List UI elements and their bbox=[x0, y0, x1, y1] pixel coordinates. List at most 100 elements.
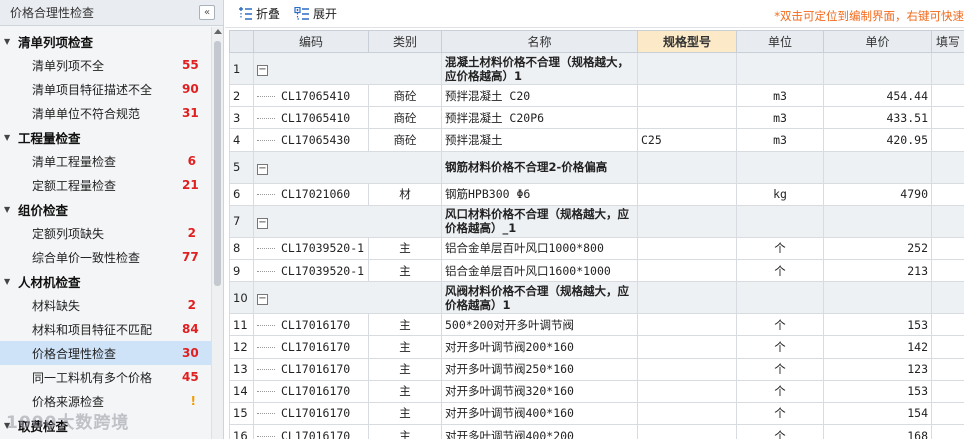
name-cell[interactable]: 预拌混凝土 bbox=[441, 128, 638, 152]
table-row[interactable]: 13 CL17016170 主对开多叶调节阀250*160 个 123 bbox=[229, 357, 964, 381]
tree-group[interactable]: ▼ 取费检查 bbox=[0, 413, 212, 437]
collapse-group-icon[interactable]: − bbox=[257, 294, 268, 306]
name-cell[interactable]: 铝合金单层百叶风口1600*1000 bbox=[441, 258, 638, 283]
collapse-group-icon[interactable]: − bbox=[257, 65, 268, 76]
collapse-group-icon[interactable]: − bbox=[257, 217, 268, 229]
code-cell[interactable]: CL17065430 bbox=[253, 128, 369, 152]
spec-cell[interactable] bbox=[637, 401, 737, 426]
code-cell[interactable]: CL17016170 bbox=[253, 357, 369, 381]
unit-cell[interactable]: 个 bbox=[736, 424, 824, 439]
category-cell[interactable]: 商砼 bbox=[368, 128, 442, 152]
fill-cell[interactable] bbox=[931, 335, 964, 359]
name-cell[interactable]: 对开多叶调节阀320*160 bbox=[441, 379, 638, 403]
table-group-row[interactable]: 5− 钢筋材料价格不合理2-价格偏高 bbox=[229, 150, 964, 184]
price-cell[interactable]: 168 bbox=[823, 424, 932, 439]
table-row[interactable]: 14 CL17016170 主对开多叶调节阀320*160 个 153 bbox=[229, 379, 964, 403]
column-header[interactable]: 单位 bbox=[736, 30, 824, 53]
spec-cell[interactable] bbox=[637, 379, 737, 403]
category-cell[interactable]: 材 bbox=[368, 182, 442, 206]
price-cell[interactable]: 252 bbox=[823, 236, 932, 260]
tree-item[interactable]: 同一工料机有多个价格 45 bbox=[0, 365, 212, 389]
code-cell[interactable]: CL17016170 bbox=[253, 424, 369, 439]
spec-cell[interactable] bbox=[637, 258, 737, 283]
table-group-row[interactable]: 7− 风口材料价格不合理（规格越大，应价格越高）_1 bbox=[229, 204, 964, 238]
column-header[interactable]: 单价 bbox=[823, 30, 932, 53]
tree-item[interactable]: 综合单价一致性检查 77 bbox=[0, 245, 212, 269]
name-cell[interactable]: 预拌混凝土 C20 bbox=[441, 83, 638, 108]
price-cell[interactable]: 153 bbox=[823, 313, 932, 337]
group-toggle-cell[interactable]: − bbox=[253, 204, 442, 238]
price-cell[interactable]: 213 bbox=[823, 258, 932, 283]
category-cell[interactable]: 主 bbox=[368, 236, 442, 260]
group-toggle-cell[interactable]: − bbox=[253, 52, 442, 85]
unit-cell[interactable]: m3 bbox=[736, 83, 824, 108]
tree-group[interactable]: ▼ 工程量检查 bbox=[0, 125, 212, 149]
column-header[interactable]: 规格型号 bbox=[637, 30, 737, 53]
price-cell[interactable]: 154 bbox=[823, 401, 932, 426]
table-row[interactable]: 3 CL17065410 商砼 预拌混凝土 C20P6 m3 433.51 bbox=[229, 106, 964, 130]
table-row[interactable]: 6 CL17021060 材钢筋HPB300 Φ6 kg 4790 bbox=[229, 182, 964, 206]
fill-cell[interactable] bbox=[931, 236, 964, 260]
fill-cell[interactable] bbox=[931, 182, 964, 206]
column-header[interactable]: 名称 bbox=[441, 30, 638, 53]
tree-item[interactable]: 清单单位不符合规范 31 bbox=[0, 101, 212, 125]
price-cell[interactable]: 123 bbox=[823, 357, 932, 381]
fill-cell[interactable] bbox=[931, 128, 964, 152]
caret-down-icon[interactable]: ▼ bbox=[4, 37, 14, 46]
table-group-row[interactable]: 10− 风阀材料价格不合理（规格越大，应价格越高）1 bbox=[229, 281, 964, 315]
tree-group[interactable]: ▼ 清单列项检查 bbox=[0, 29, 212, 53]
tree-item[interactable]: 清单项目特征描述不全 90 bbox=[0, 77, 212, 101]
category-cell[interactable]: 主 bbox=[368, 357, 442, 381]
name-cell[interactable]: 对开多叶调节阀250*160 bbox=[441, 357, 638, 381]
unit-cell[interactable]: 个 bbox=[736, 401, 824, 426]
spec-cell[interactable] bbox=[637, 313, 737, 337]
collapse-all-button[interactable]: 折叠 bbox=[237, 5, 280, 22]
code-cell[interactable]: CL17016170 bbox=[253, 335, 369, 359]
table-row[interactable]: 16 CL17016170 主对开多叶调节阀400*200 个 168 bbox=[229, 424, 964, 439]
code-cell[interactable]: CL17016170 bbox=[253, 313, 369, 337]
tree-item[interactable]: 价格来源检查! bbox=[0, 389, 212, 413]
tree-group[interactable]: ▼ 组价检查 bbox=[0, 197, 212, 221]
tree-item[interactable]: 清单工程量检查 6 bbox=[0, 149, 212, 173]
spec-cell[interactable] bbox=[637, 335, 737, 359]
fill-cell[interactable] bbox=[931, 357, 964, 381]
code-cell[interactable]: CL17021060 bbox=[253, 182, 369, 206]
category-cell[interactable]: 主 bbox=[368, 313, 442, 337]
column-header[interactable] bbox=[229, 30, 254, 53]
code-cell[interactable]: CL17016170 bbox=[253, 379, 369, 403]
spec-cell[interactable] bbox=[637, 83, 737, 108]
table-group-row[interactable]: 1− 混凝土材料价格不合理（规格越大，应价格越高）1 bbox=[229, 52, 964, 85]
table-row[interactable]: 4 CL17065430 商砼 预拌混凝土 C25 m3 420.95 bbox=[229, 128, 964, 152]
fill-cell[interactable] bbox=[931, 379, 964, 403]
name-cell[interactable]: 预拌混凝土 C20P6 bbox=[441, 106, 638, 130]
table-row[interactable]: 8 CL17039520-1 主铝合金单层百叶风口1000*800 个 252 bbox=[229, 236, 964, 260]
name-cell[interactable]: 钢筋HPB300 Φ6 bbox=[441, 182, 638, 206]
tree-item[interactable]: 材料和项目特征不匹配 84 bbox=[0, 317, 212, 341]
tree-item[interactable]: 定额列项缺失 2 bbox=[0, 221, 212, 245]
tree-item[interactable]: 材料缺失 2 bbox=[0, 293, 212, 317]
table-row[interactable]: 9 CL17039520-1 主铝合金单层百叶风口1600*1000 个 213 bbox=[229, 258, 964, 283]
column-header[interactable]: 编码 bbox=[253, 30, 369, 53]
name-cell[interactable]: 铝合金单层百叶风口1000*800 bbox=[441, 236, 638, 260]
scroll-thumb[interactable] bbox=[214, 41, 221, 286]
tree-item[interactable]: 价格合理性检查 30 bbox=[0, 341, 212, 365]
code-cell[interactable]: CL17065410 bbox=[253, 83, 369, 108]
caret-down-icon[interactable]: ▼ bbox=[4, 421, 14, 430]
fill-cell[interactable] bbox=[931, 424, 964, 439]
code-cell[interactable]: CL17039520-1 bbox=[253, 236, 369, 260]
table-row[interactable]: 15 CL17016170 主对开多叶调节阀400*160 个 154 bbox=[229, 401, 964, 426]
price-cell[interactable]: 454.44 bbox=[823, 83, 932, 108]
name-cell[interactable]: 对开多叶调节阀400*200 bbox=[441, 424, 638, 439]
unit-cell[interactable]: 个 bbox=[736, 313, 824, 337]
spec-cell[interactable] bbox=[637, 182, 737, 206]
spec-cell[interactable] bbox=[637, 357, 737, 381]
collapse-panel-button[interactable]: « bbox=[199, 5, 215, 20]
price-cell[interactable]: 4790 bbox=[823, 182, 932, 206]
caret-down-icon[interactable]: ▼ bbox=[4, 205, 14, 214]
unit-cell[interactable]: kg bbox=[736, 182, 824, 206]
unit-cell[interactable]: 个 bbox=[736, 258, 824, 283]
price-cell[interactable]: 420.95 bbox=[823, 128, 932, 152]
scroll-up-arrow-icon[interactable] bbox=[214, 29, 222, 34]
category-cell[interactable]: 主 bbox=[368, 401, 442, 426]
spec-cell[interactable] bbox=[637, 236, 737, 260]
